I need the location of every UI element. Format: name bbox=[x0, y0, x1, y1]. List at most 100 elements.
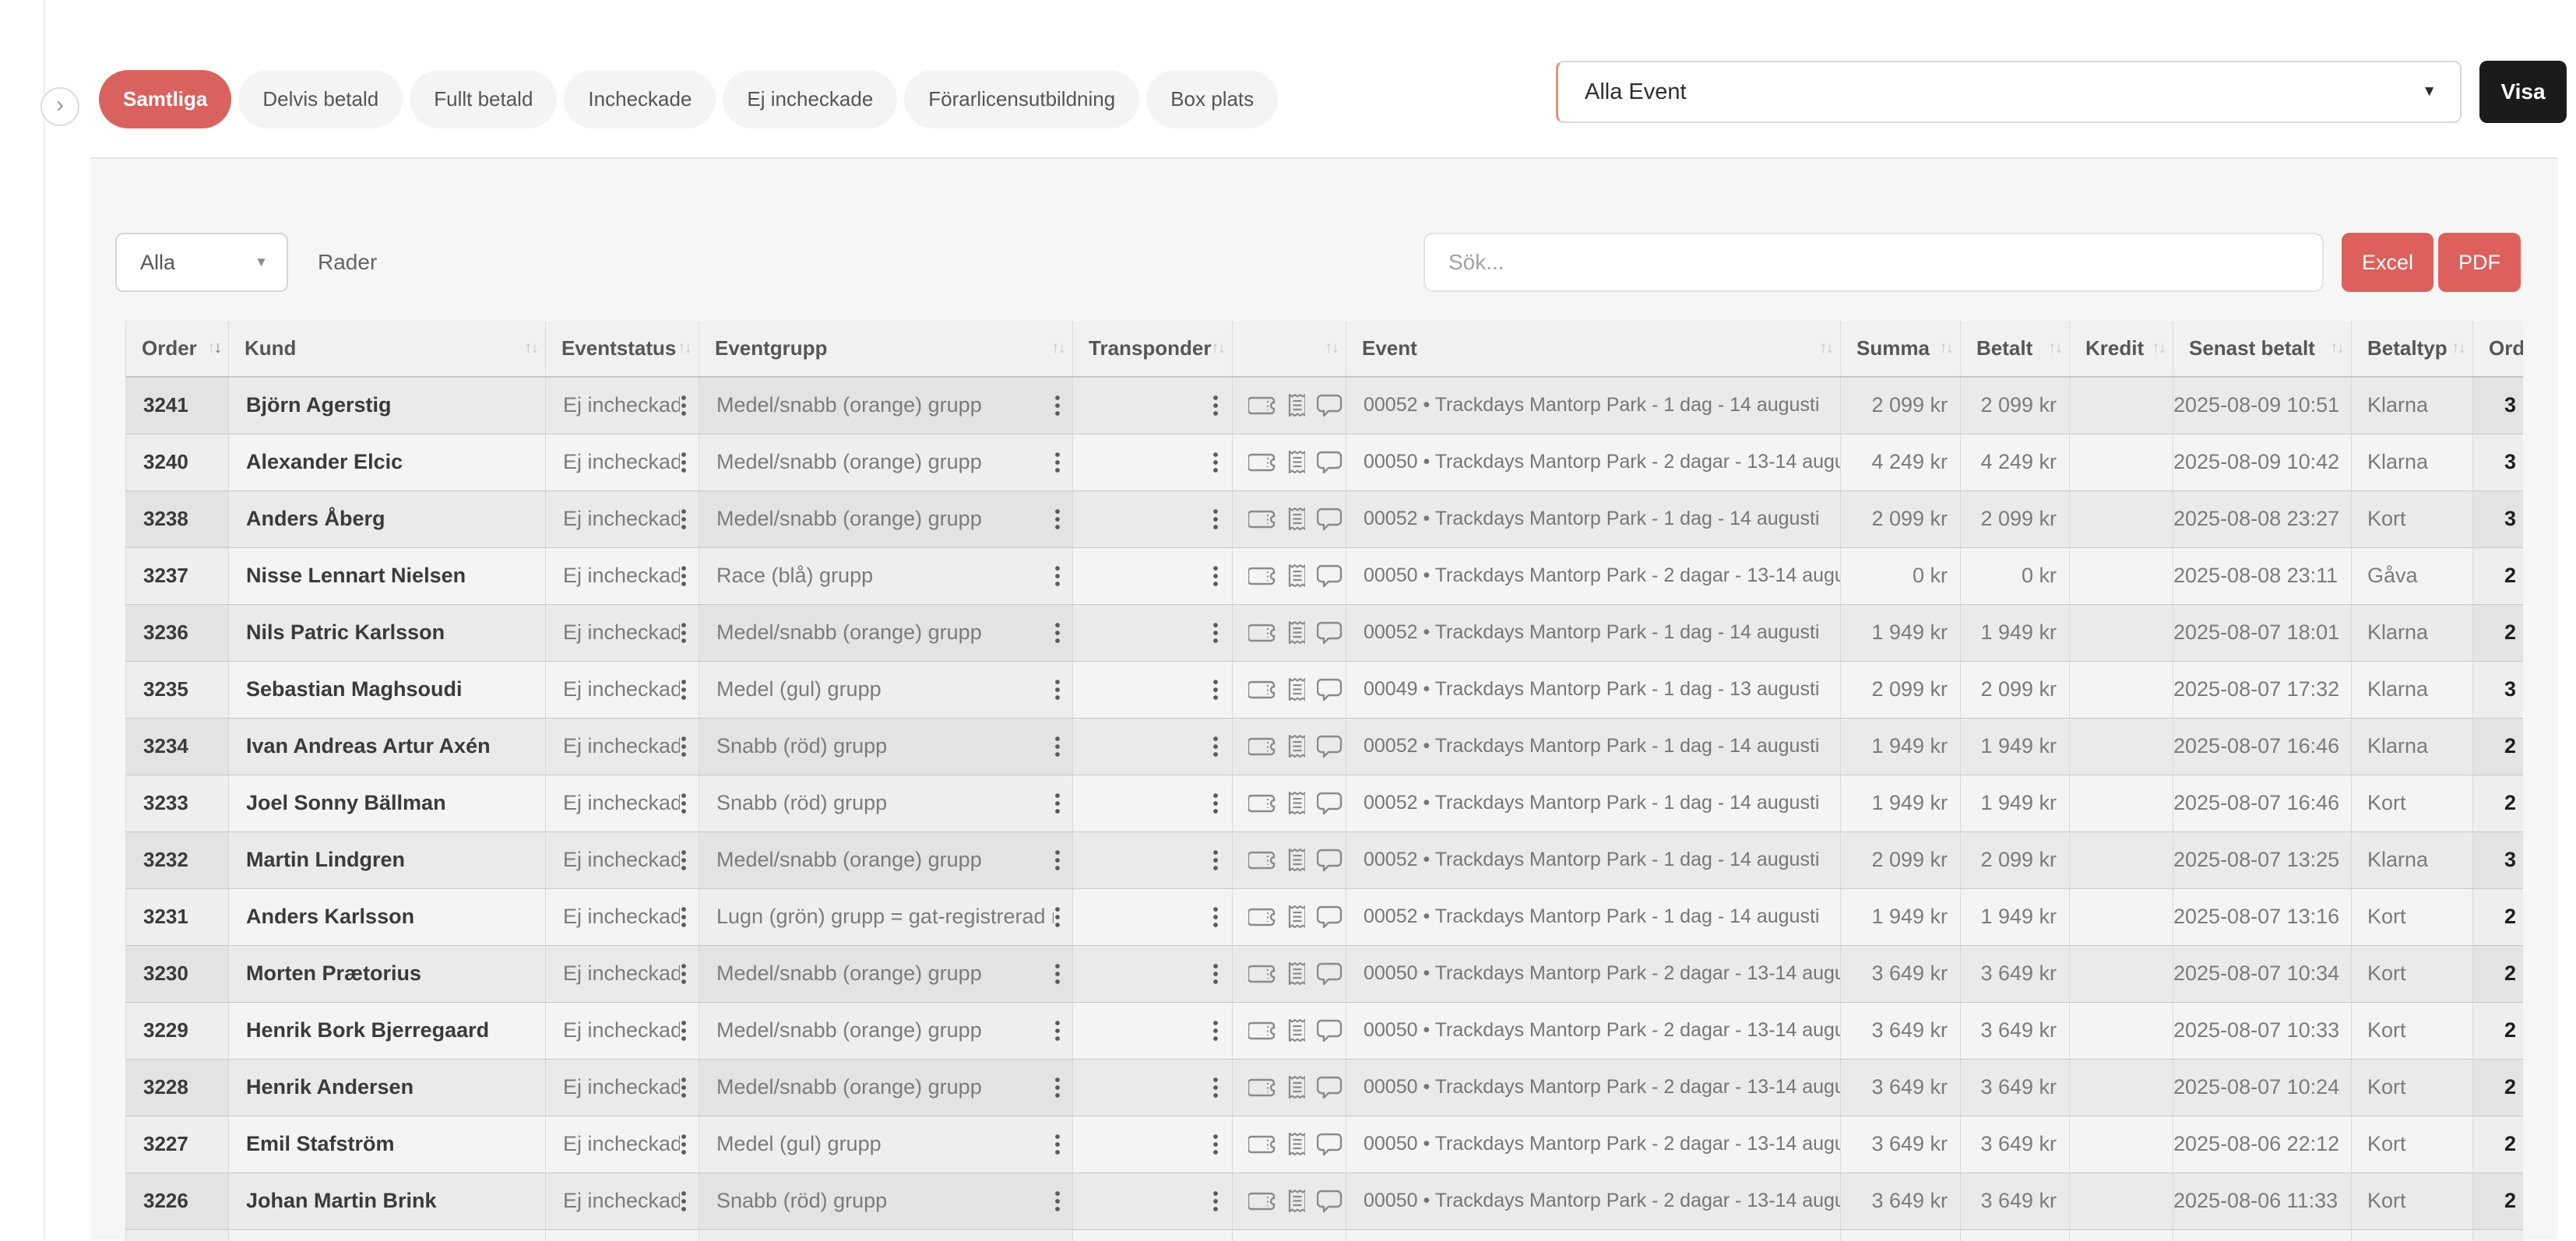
column-header[interactable]: Kund ↑↓ bbox=[229, 321, 546, 377]
column-header[interactable]: Transponder ↑↓ bbox=[1073, 321, 1233, 377]
ticket-icon[interactable] bbox=[1248, 621, 1276, 645]
column-header[interactable]: Eventstatus ↑↓ bbox=[546, 321, 699, 377]
kebab-menu-icon[interactable] bbox=[1212, 564, 1219, 588]
table-row[interactable]: 3233 Joel Sonny Bällman Ej incheckad Sna… bbox=[126, 775, 2524, 831]
kebab-menu-icon[interactable] bbox=[680, 962, 688, 986]
table-row[interactable]: 3227 Emil Stafström Ej incheckad Medel (… bbox=[126, 1116, 2524, 1172]
sidebar-expand-button[interactable]: › bbox=[40, 87, 79, 126]
table-row[interactable]: 3240 Alexander Elcic Ej incheckad Medel/… bbox=[126, 434, 2524, 490]
kebab-menu-icon[interactable] bbox=[1212, 621, 1219, 645]
kebab-menu-icon[interactable] bbox=[680, 678, 688, 701]
column-header[interactable]: Event ↑↓ bbox=[1346, 321, 1841, 377]
kebab-menu-icon[interactable] bbox=[1054, 849, 1061, 872]
ticket-icon[interactable] bbox=[1248, 849, 1276, 872]
filter-chip[interactable]: Incheckade bbox=[564, 70, 716, 128]
kebab-menu-icon[interactable] bbox=[1212, 451, 1219, 474]
receipt-icon[interactable] bbox=[1287, 562, 1305, 589]
kebab-menu-icon[interactable] bbox=[1054, 962, 1061, 986]
filter-chip[interactable]: Ej incheckade bbox=[723, 70, 897, 128]
kebab-menu-icon[interactable] bbox=[1212, 1076, 1219, 1099]
table-row[interactable]: 3241 Björn Agerstig Ej incheckad Medel/s… bbox=[126, 377, 2524, 434]
comment-icon[interactable] bbox=[1317, 677, 1343, 701]
ticket-icon[interactable] bbox=[1248, 1190, 1276, 1213]
receipt-icon[interactable] bbox=[1287, 789, 1305, 817]
kebab-menu-icon[interactable] bbox=[1212, 962, 1219, 986]
comment-icon[interactable] bbox=[1317, 1189, 1343, 1213]
comment-icon[interactable] bbox=[1317, 734, 1343, 758]
kebab-menu-icon[interactable] bbox=[680, 735, 688, 758]
table-row[interactable]: 3236 Nils Patric Karlsson Ej incheckad M… bbox=[126, 604, 2524, 661]
kebab-menu-icon[interactable] bbox=[1054, 1190, 1061, 1213]
comment-icon[interactable] bbox=[1317, 848, 1343, 872]
event-select[interactable]: Alla Event ▼ bbox=[1556, 61, 2462, 123]
kebab-menu-icon[interactable] bbox=[680, 792, 688, 815]
kebab-menu-icon[interactable] bbox=[1054, 621, 1061, 645]
column-header[interactable]: Eventgrupp ↑↓ bbox=[699, 321, 1073, 377]
kebab-menu-icon[interactable] bbox=[1054, 1133, 1061, 1156]
table-row[interactable]: 3237 Nisse Lennart Nielsen Ej incheckad … bbox=[126, 547, 2524, 604]
column-header[interactable]: Betaltyp ↑↓ bbox=[2352, 321, 2473, 377]
kebab-menu-icon[interactable] bbox=[1054, 564, 1061, 588]
comment-icon[interactable] bbox=[1317, 905, 1343, 929]
pdf-export-button[interactable]: PDF bbox=[2438, 233, 2521, 292]
table-row[interactable]: 3234 Ivan Andreas Artur Axén Ej inchecka… bbox=[126, 718, 2524, 775]
table-row[interactable]: 3231 Anders Karlsson Ej incheckad Lugn (… bbox=[126, 888, 2524, 945]
search-input[interactable] bbox=[1423, 233, 2324, 292]
receipt-icon[interactable] bbox=[1287, 1130, 1305, 1158]
receipt-icon[interactable] bbox=[1287, 846, 1305, 874]
ticket-icon[interactable] bbox=[1248, 394, 1276, 417]
filter-chip[interactable]: Box plats bbox=[1146, 70, 1278, 128]
receipt-icon[interactable] bbox=[1287, 619, 1305, 646]
excel-export-button[interactable]: Excel bbox=[2342, 233, 2433, 292]
kebab-menu-icon[interactable] bbox=[1212, 678, 1219, 701]
visa-button[interactable]: Visa bbox=[2479, 61, 2567, 123]
ticket-icon[interactable] bbox=[1248, 792, 1276, 815]
receipt-icon[interactable] bbox=[1287, 960, 1305, 987]
filter-chip[interactable]: Samtliga bbox=[99, 70, 231, 128]
receipt-icon[interactable] bbox=[1287, 676, 1305, 703]
rows-per-page-select[interactable]: Alla ▼ bbox=[115, 233, 288, 292]
kebab-menu-icon[interactable] bbox=[680, 1190, 688, 1213]
kebab-menu-icon[interactable] bbox=[1054, 905, 1061, 929]
comment-icon[interactable] bbox=[1317, 1018, 1343, 1042]
receipt-icon[interactable] bbox=[1287, 1017, 1305, 1044]
receipt-icon[interactable] bbox=[1287, 505, 1305, 533]
receipt-icon[interactable] bbox=[1287, 448, 1305, 476]
kebab-menu-icon[interactable] bbox=[680, 1076, 688, 1099]
ticket-icon[interactable] bbox=[1248, 1133, 1276, 1156]
ticket-icon[interactable] bbox=[1248, 905, 1276, 929]
ticket-icon[interactable] bbox=[1248, 508, 1276, 531]
kebab-menu-icon[interactable] bbox=[1212, 1019, 1219, 1042]
kebab-menu-icon[interactable] bbox=[680, 508, 688, 531]
kebab-menu-icon[interactable] bbox=[1054, 394, 1061, 417]
kebab-menu-icon[interactable] bbox=[1212, 508, 1219, 531]
kebab-menu-icon[interactable] bbox=[1212, 1133, 1219, 1156]
filter-chip[interactable]: Förarlicensutbildning bbox=[904, 70, 1139, 128]
kebab-menu-icon[interactable] bbox=[1212, 905, 1219, 929]
ticket-icon[interactable] bbox=[1248, 1076, 1276, 1099]
table-row[interactable]: 3235 Sebastian Maghsoudi Ej incheckad Me… bbox=[126, 661, 2524, 718]
ticket-icon[interactable] bbox=[1248, 735, 1276, 758]
column-header[interactable]: Summa ↑↓ bbox=[1841, 321, 1961, 377]
ticket-icon[interactable] bbox=[1248, 678, 1276, 701]
table-row[interactable]: 3238 Anders Åberg Ej incheckad Medel/sna… bbox=[126, 490, 2524, 547]
kebab-menu-icon[interactable] bbox=[1054, 792, 1061, 815]
column-header[interactable]: Betalt ↑↓ bbox=[1961, 321, 2070, 377]
kebab-menu-icon[interactable] bbox=[1212, 792, 1219, 815]
table-row[interactable]: 3226 Johan Martin Brink Ej incheckad Sna… bbox=[126, 1172, 2524, 1229]
column-header[interactable]: Order ↑↓ bbox=[126, 321, 229, 377]
ticket-icon[interactable] bbox=[1248, 564, 1276, 588]
ticket-icon[interactable] bbox=[1248, 1019, 1276, 1042]
comment-icon[interactable] bbox=[1317, 393, 1343, 417]
kebab-menu-icon[interactable] bbox=[1054, 508, 1061, 531]
receipt-icon[interactable] bbox=[1287, 903, 1305, 930]
kebab-menu-icon[interactable] bbox=[680, 1019, 688, 1042]
kebab-menu-icon[interactable] bbox=[1212, 735, 1219, 758]
kebab-menu-icon[interactable] bbox=[680, 905, 688, 929]
column-header[interactable]: Orde ↑↓ bbox=[2473, 321, 2524, 377]
kebab-menu-icon[interactable] bbox=[1212, 849, 1219, 872]
filter-chip[interactable]: Fullt betald bbox=[410, 70, 557, 128]
kebab-menu-icon[interactable] bbox=[1054, 1019, 1061, 1042]
kebab-menu-icon[interactable] bbox=[1054, 678, 1061, 701]
kebab-menu-icon[interactable] bbox=[1054, 1076, 1061, 1099]
